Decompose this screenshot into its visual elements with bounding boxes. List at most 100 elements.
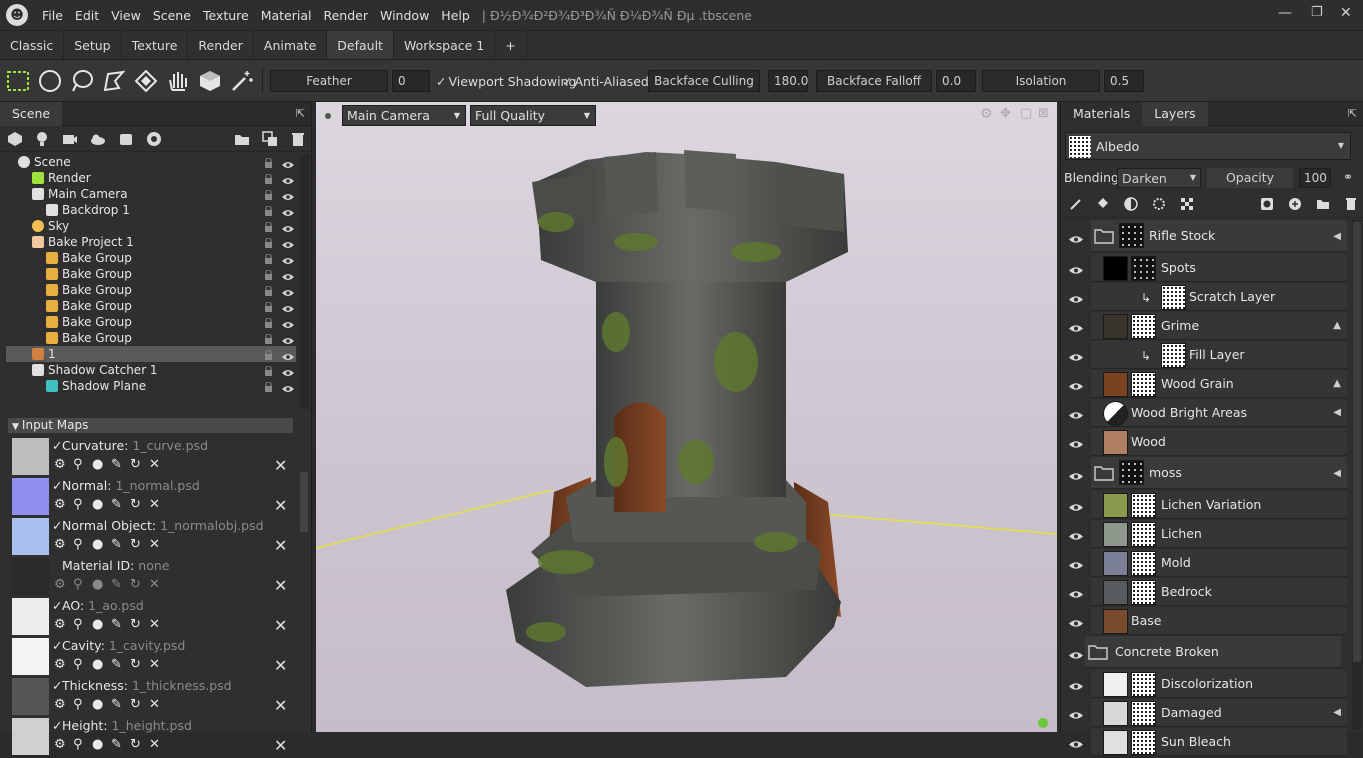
bake-icon[interactable]: ● bbox=[92, 737, 103, 752]
layer-color-swatch[interactable] bbox=[1103, 314, 1128, 339]
lock-icon[interactable] bbox=[264, 333, 273, 344]
map-thumbnail[interactable] bbox=[12, 558, 49, 595]
layer-color-swatch[interactable] bbox=[1103, 522, 1128, 547]
edit-icon[interactable]: ✎ bbox=[111, 737, 122, 752]
lock-icon[interactable] bbox=[264, 365, 273, 376]
remove-map-icon[interactable]: ✕ bbox=[274, 456, 287, 475]
clear-icon[interactable]: ✕ bbox=[149, 617, 160, 632]
search-icon[interactable]: ⚲ bbox=[73, 457, 83, 472]
clear-icon[interactable]: ✕ bbox=[149, 737, 160, 752]
visibility-eye-icon[interactable] bbox=[1069, 322, 1083, 332]
clear-icon[interactable]: ✕ bbox=[149, 497, 160, 512]
tab-default[interactable]: Default bbox=[327, 31, 394, 59]
channel-select[interactable]: Albedo ▼ bbox=[1065, 132, 1351, 160]
anti-aliased-checkbox[interactable]: ✓ Anti-Aliased bbox=[562, 70, 649, 92]
settings-icon[interactable]: ⚙ bbox=[54, 657, 66, 672]
layer-row[interactable]: Rifle Stock ◀ bbox=[1061, 220, 1349, 253]
scene-item[interactable]: Bake Project 1 bbox=[6, 234, 296, 250]
reload-icon[interactable]: ↻ bbox=[130, 577, 141, 592]
visibility-eye-icon[interactable] bbox=[1069, 680, 1083, 690]
layer-color-swatch[interactable] bbox=[1103, 401, 1128, 426]
lock-icon[interactable] bbox=[264, 205, 273, 216]
bake-icon[interactable]: ● bbox=[92, 617, 103, 632]
menu-render[interactable]: Render bbox=[317, 8, 374, 23]
add-sky-icon[interactable] bbox=[90, 131, 106, 147]
reload-icon[interactable]: ↻ bbox=[130, 457, 141, 472]
layer-color-swatch[interactable] bbox=[1103, 551, 1128, 576]
scene-item[interactable]: Main Camera bbox=[6, 186, 296, 202]
settings-icon[interactable]: ⚙ bbox=[54, 457, 66, 472]
eye-icon[interactable] bbox=[282, 318, 294, 328]
lock-icon[interactable] bbox=[264, 173, 273, 184]
opacity-input[interactable]: 100 bbox=[1299, 168, 1331, 188]
minimize-icon[interactable]: — bbox=[1278, 5, 1292, 21]
layer-row[interactable]: Lichen bbox=[1061, 520, 1349, 549]
settings-icon[interactable]: ⚙ bbox=[54, 577, 66, 592]
eye-icon[interactable] bbox=[282, 238, 294, 248]
scene-item[interactable]: Bake Group bbox=[6, 266, 296, 282]
reload-icon[interactable]: ↻ bbox=[130, 657, 141, 672]
layer-row[interactable]: Lichen Variation bbox=[1061, 491, 1349, 520]
clear-icon[interactable]: ✕ bbox=[149, 657, 160, 672]
delete-icon[interactable] bbox=[290, 131, 306, 147]
search-icon[interactable]: ⚲ bbox=[73, 497, 83, 512]
reload-icon[interactable]: ↻ bbox=[130, 697, 141, 712]
visibility-eye-icon[interactable] bbox=[1069, 649, 1083, 659]
paint-select-icon[interactable] bbox=[133, 68, 159, 94]
layer-row[interactable]: Wood Bright Areas ◀ bbox=[1061, 399, 1349, 428]
scene-scrollbar[interactable] bbox=[300, 154, 310, 409]
reload-icon[interactable]: ↻ bbox=[130, 737, 141, 752]
layer-color-swatch[interactable] bbox=[1103, 493, 1128, 518]
lock-icon[interactable] bbox=[264, 381, 273, 392]
eye-icon[interactable] bbox=[282, 190, 294, 200]
visibility-eye-icon[interactable] bbox=[1069, 264, 1083, 274]
search-icon[interactable]: ⚲ bbox=[73, 697, 83, 712]
expand-arrow-icon[interactable]: ◀ bbox=[1333, 468, 1341, 479]
maximize-icon[interactable]: ❐ bbox=[1311, 5, 1323, 20]
search-icon[interactable]: ⚲ bbox=[73, 657, 83, 672]
expand-arrow-icon[interactable]: ◀ bbox=[1333, 707, 1341, 718]
adjustment-icon[interactable] bbox=[1124, 197, 1138, 211]
maps-scrollbar[interactable] bbox=[300, 472, 308, 532]
layer-row[interactable]: Sun Bleach bbox=[1061, 728, 1349, 757]
map-checkbox[interactable]: ✓ bbox=[52, 598, 62, 613]
map-file[interactable]: 1_normalobj.psd bbox=[160, 518, 263, 533]
layer-color-swatch[interactable] bbox=[1103, 672, 1128, 697]
layer-mask-thumbnail[interactable] bbox=[1161, 343, 1186, 368]
layer-row[interactable]: Damaged ◀ bbox=[1061, 699, 1349, 728]
visibility-eye-icon[interactable] bbox=[1069, 438, 1083, 448]
add-shadow-catcher-icon[interactable] bbox=[118, 131, 134, 147]
magic-wand-icon[interactable] bbox=[229, 68, 255, 94]
layer-row[interactable]: Spots bbox=[1061, 254, 1349, 283]
visibility-eye-icon[interactable] bbox=[1069, 470, 1083, 480]
lock-icon[interactable] bbox=[264, 301, 273, 312]
remove-map-icon[interactable]: ✕ bbox=[274, 536, 287, 555]
search-icon[interactable]: ⚲ bbox=[73, 737, 83, 752]
scene-item[interactable]: Bake Group bbox=[6, 250, 296, 266]
edit-icon[interactable]: ✎ bbox=[111, 537, 122, 552]
brush-icon[interactable] bbox=[1069, 197, 1083, 211]
object-select-icon[interactable] bbox=[197, 68, 223, 94]
bake-icon[interactable]: ● bbox=[92, 497, 103, 512]
backface-falloff-value-input[interactable]: 0.0 bbox=[936, 70, 976, 92]
reload-icon[interactable]: ↻ bbox=[130, 537, 141, 552]
bake-icon[interactable]: ● bbox=[92, 577, 103, 592]
scene-item[interactable]: Render bbox=[6, 170, 296, 186]
map-file[interactable]: 1_ao.psd bbox=[88, 598, 144, 613]
layer-color-swatch[interactable] bbox=[1103, 372, 1128, 397]
mask-icon[interactable] bbox=[1260, 197, 1274, 211]
tab-animate[interactable]: Animate bbox=[254, 31, 328, 59]
lock-icon[interactable] bbox=[264, 189, 273, 200]
tab-render[interactable]: Render bbox=[188, 31, 254, 59]
edit-icon[interactable]: ✎ bbox=[111, 697, 122, 712]
lock-icon[interactable] bbox=[264, 285, 273, 296]
lock-icon[interactable] bbox=[264, 253, 273, 264]
bake-icon[interactable]: ● bbox=[92, 537, 103, 552]
map-thumbnail[interactable] bbox=[12, 518, 49, 555]
clear-icon[interactable]: ✕ bbox=[149, 457, 160, 472]
close-icon[interactable]: ✕ bbox=[1340, 5, 1352, 21]
clear-icon[interactable]: ✕ bbox=[149, 577, 160, 592]
remove-map-icon[interactable]: ✕ bbox=[274, 576, 287, 595]
settings-icon[interactable]: ⚙ bbox=[54, 737, 66, 752]
add-bake-icon[interactable] bbox=[146, 131, 162, 147]
